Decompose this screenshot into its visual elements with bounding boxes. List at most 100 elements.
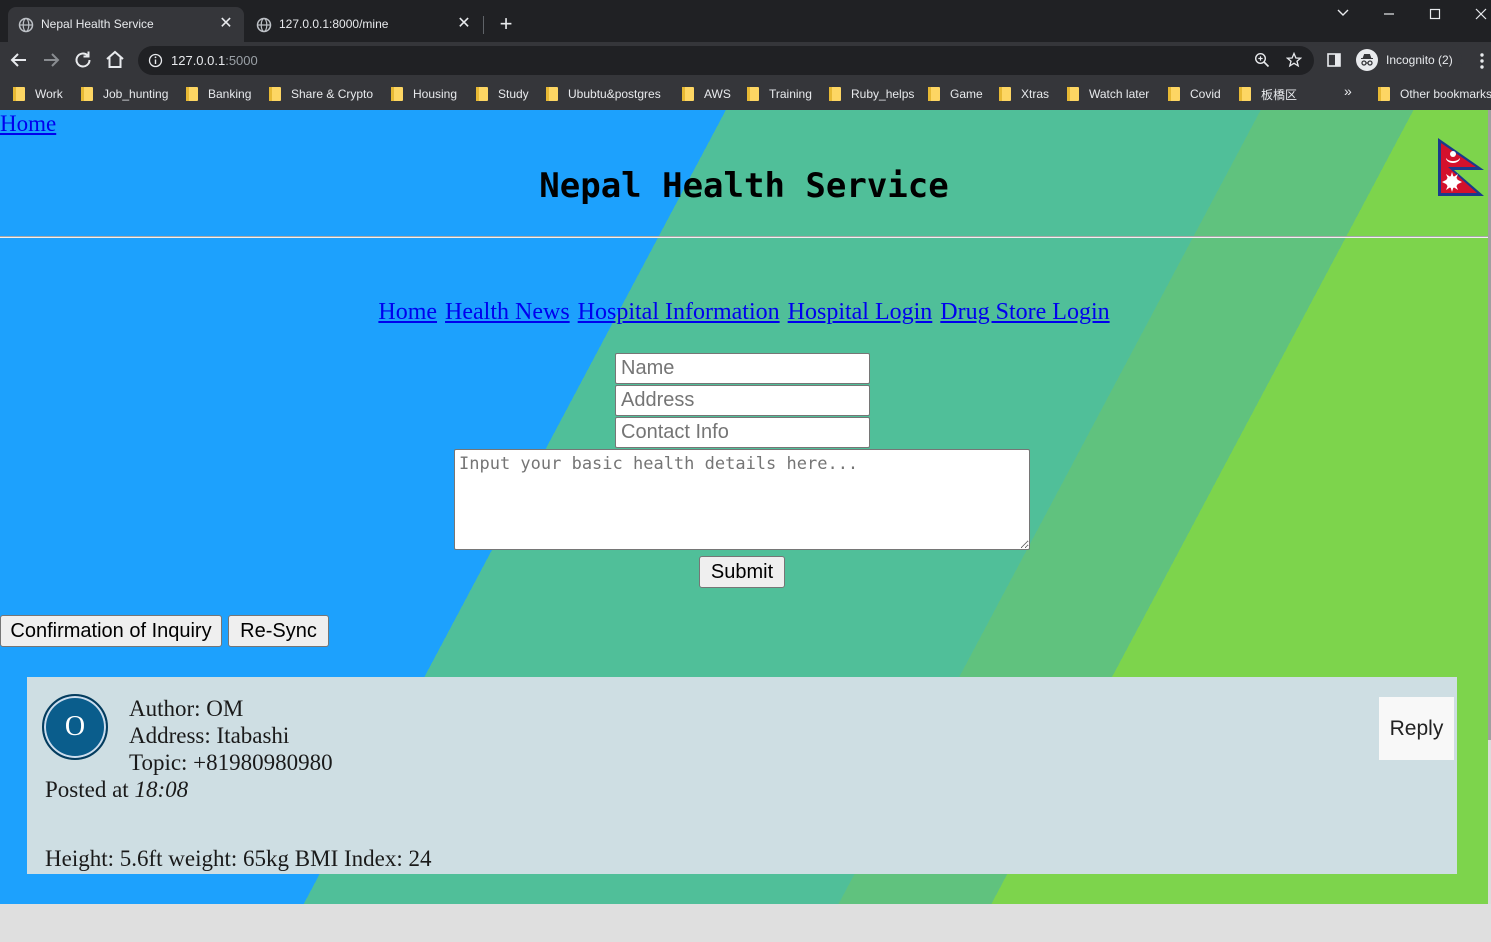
confirmation-of-inquiry-button[interactable]: Confirmation of Inquiry xyxy=(0,615,222,647)
bookmark-itabashi-ku[interactable]: 板橋区 xyxy=(1239,84,1297,104)
post-topic: Topic: +81980980980 xyxy=(129,750,333,775)
bookmark-study[interactable]: Study xyxy=(476,84,529,104)
back-arrow-icon[interactable] xyxy=(7,48,31,72)
address-bar[interactable]: 127.0.0.1:5000 xyxy=(138,46,1314,75)
page-title: Nepal Health Service xyxy=(539,166,949,206)
bookmarks-overflow-chevron[interactable]: » xyxy=(1344,83,1352,99)
page-bottom-area xyxy=(0,904,1491,942)
minimize-button[interactable] xyxy=(1374,4,1404,26)
bookmark-label: Job_hunting xyxy=(103,87,169,101)
nav-health-news-link[interactable]: Health News xyxy=(445,299,570,325)
bookmark-xtras[interactable]: Xtras xyxy=(999,84,1049,104)
submit-button[interactable]: Submit xyxy=(699,556,785,588)
name-input[interactable] xyxy=(615,353,870,384)
nav-home-link[interactable]: Home xyxy=(378,299,437,325)
bookmark-aws[interactable]: AWS xyxy=(682,84,731,104)
menu-kebab-icon[interactable] xyxy=(1474,51,1490,71)
folder-icon xyxy=(476,87,488,101)
tab-separator xyxy=(483,16,484,34)
reload-icon[interactable] xyxy=(71,48,95,72)
folder-icon xyxy=(1067,87,1079,101)
folder-icon xyxy=(1168,87,1180,101)
maximize-button[interactable] xyxy=(1420,4,1450,26)
bookmark-label: 板橋区 xyxy=(1261,87,1298,102)
info-icon[interactable] xyxy=(148,53,163,68)
posted-time: 18:08 xyxy=(134,777,189,802)
incognito-profile-button[interactable]: Incognito (2) xyxy=(1354,46,1462,74)
re-sync-button[interactable]: Re-Sync xyxy=(228,615,329,647)
window-close-button[interactable] xyxy=(1466,4,1491,26)
reply-button[interactable]: Reply xyxy=(1379,697,1454,760)
close-icon[interactable]: ✕ xyxy=(216,14,236,34)
post-timestamp: Posted at 18:08 xyxy=(45,777,188,803)
home-link-top[interactable]: Home xyxy=(0,111,56,137)
tab-title: 127.0.0.1:8000/mine xyxy=(279,17,389,31)
bookmark-ruby-helps[interactable]: Ruby_helps xyxy=(829,84,914,104)
tab-title: Nepal Health Service xyxy=(41,17,154,31)
bookmark-watch-later[interactable]: Watch later xyxy=(1067,84,1149,104)
bookmark-label: Game xyxy=(950,87,983,101)
header-divider xyxy=(0,236,1488,238)
page-viewport: Home Nepal Health Service Home Health Ne… xyxy=(0,110,1488,904)
health-details-textarea[interactable] xyxy=(454,449,1030,550)
bookmark-label: Share & Crypto xyxy=(291,87,374,101)
tab-mine[interactable]: 127.0.0.1:8000/mine ✕ xyxy=(246,7,482,42)
browser-toolbar: 127.0.0.1:5000 Incognito (2) xyxy=(0,42,1491,78)
inquiry-post-card: O Author: OM Address: Itabashi Topic: +8… xyxy=(27,677,1457,874)
tab-strip: Nepal Health Service ✕ 127.0.0.1:8000/mi… xyxy=(0,0,1491,42)
tab-nepal-health-service[interactable]: Nepal Health Service ✕ xyxy=(8,7,244,42)
main-nav: Home Health News Hospital Information Ho… xyxy=(0,299,1488,326)
address-input[interactable] xyxy=(615,385,870,416)
url-port: :5000 xyxy=(225,53,258,68)
bookmark-label: Watch later xyxy=(1089,87,1150,101)
bookmark-other-bookmarks[interactable]: Other bookmarks xyxy=(1378,84,1491,104)
folder-icon xyxy=(391,87,403,101)
folder-icon xyxy=(1239,87,1251,101)
avatar: O xyxy=(42,694,108,760)
bookmarks-bar: Work Job_hunting Banking Share & Crypto … xyxy=(0,78,1491,110)
post-author: Author: OM xyxy=(129,696,244,721)
profile-label: Incognito (2) xyxy=(1386,53,1453,67)
zoom-icon[interactable] xyxy=(1254,52,1270,68)
nav-hospital-information-link[interactable]: Hospital Information xyxy=(578,299,780,325)
nav-drug-store-login-link[interactable]: Drug Store Login xyxy=(940,299,1109,325)
tab-search-chevron-down-icon[interactable] xyxy=(1328,4,1358,26)
folder-icon xyxy=(81,87,93,101)
bookmark-covid[interactable]: Covid xyxy=(1168,84,1221,104)
folder-icon xyxy=(546,87,558,101)
folder-icon xyxy=(269,87,281,101)
bookmark-ububtu-postgres[interactable]: Ububtu&postgres xyxy=(546,84,661,104)
bookmark-label: Covid xyxy=(1190,87,1221,101)
close-icon[interactable]: ✕ xyxy=(454,14,474,34)
bookmark-training[interactable]: Training xyxy=(747,84,812,104)
folder-icon xyxy=(1378,87,1390,101)
folder-icon xyxy=(13,87,25,101)
bookmark-game[interactable]: Game xyxy=(928,84,983,104)
folder-icon xyxy=(747,87,759,101)
bookmark-job-hunting[interactable]: Job_hunting xyxy=(81,84,168,104)
folder-icon xyxy=(682,87,694,101)
bookmark-label: Banking xyxy=(208,87,252,101)
nav-hospital-login-link[interactable]: Hospital Login xyxy=(788,299,933,325)
bookmark-housing[interactable]: Housing xyxy=(391,84,457,104)
side-panel-icon[interactable] xyxy=(1326,52,1342,68)
bookmark-banking[interactable]: Banking xyxy=(186,84,251,104)
new-tab-button[interactable]: + xyxy=(494,13,518,37)
bookmark-label: Ububtu&postgres xyxy=(568,87,661,101)
bookmark-label: Study xyxy=(498,87,529,101)
bookmark-star-icon[interactable] xyxy=(1286,52,1302,68)
post-address: Address: Itabashi xyxy=(129,723,290,748)
forward-arrow-icon[interactable] xyxy=(39,48,63,72)
bookmark-label: Housing xyxy=(413,87,458,101)
bookmark-work[interactable]: Work xyxy=(13,84,63,104)
bookmark-label: Training xyxy=(769,87,812,101)
bookmark-label: Work xyxy=(35,87,63,101)
contact-info-input[interactable] xyxy=(615,417,870,448)
bookmark-share-crypto[interactable]: Share & Crypto xyxy=(269,84,373,104)
bookmark-label: Other bookmarks xyxy=(1400,87,1491,101)
bookmark-label: Xtras xyxy=(1021,87,1050,101)
url-text: 127.0.0.1:5000 xyxy=(171,53,258,68)
home-icon[interactable] xyxy=(103,48,127,72)
post-body: Height: 5.6ft weight: 65kg BMI Index: 24 xyxy=(45,846,432,871)
globe-icon xyxy=(18,17,34,33)
